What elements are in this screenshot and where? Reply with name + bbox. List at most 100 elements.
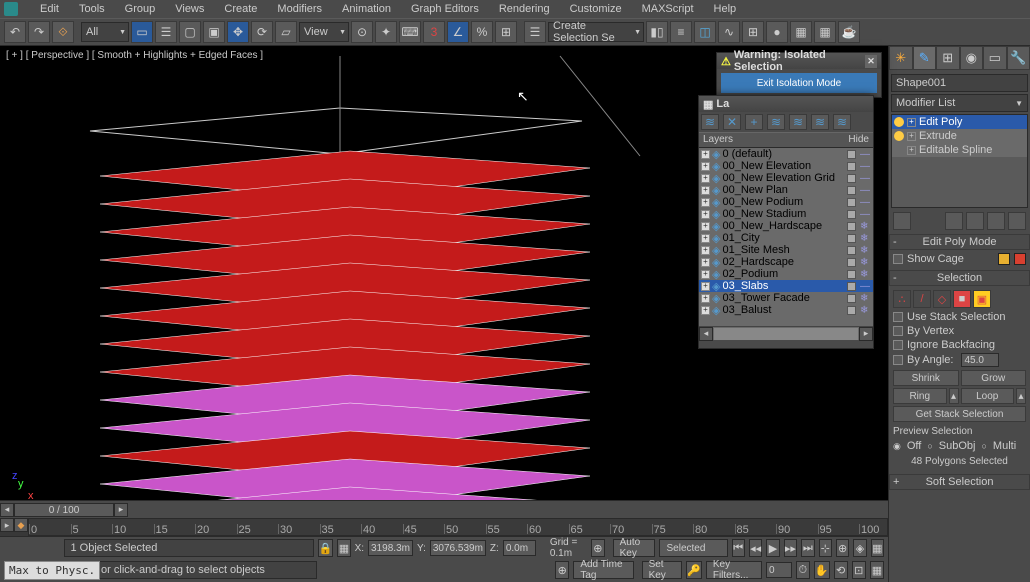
hide-checkbox[interactable] bbox=[847, 234, 856, 243]
adaptive-degradation-button[interactable]: ⊕ bbox=[591, 539, 604, 557]
freeze-icon[interactable]: — bbox=[860, 173, 869, 184]
expand-icon[interactable]: + bbox=[701, 150, 710, 159]
menu-rendering[interactable]: Rendering bbox=[489, 1, 560, 17]
hide-checkbox[interactable] bbox=[847, 150, 856, 159]
menu-group[interactable]: Group bbox=[115, 1, 166, 17]
layers-button[interactable]: ◫ bbox=[694, 21, 716, 43]
rollout-selection[interactable]: -Selection bbox=[889, 270, 1030, 286]
freeze-icon[interactable]: ❄ bbox=[860, 257, 869, 268]
viewport-nav4[interactable]: ▦ bbox=[871, 539, 884, 557]
expand-icon[interactable]: + bbox=[907, 146, 916, 155]
stack-item-extrude[interactable]: + Extrude bbox=[892, 129, 1027, 143]
layer-row[interactable]: +◈00_New_Hardscape❄ bbox=[699, 220, 873, 232]
material-editor-button[interactable]: ● bbox=[766, 21, 788, 43]
z-coord-input[interactable]: 0.0m bbox=[503, 540, 536, 556]
menu-help[interactable]: Help bbox=[704, 1, 747, 17]
show-end-result-button[interactable] bbox=[945, 212, 963, 230]
ring-button[interactable]: Ring bbox=[893, 388, 947, 404]
hide-checkbox[interactable] bbox=[847, 306, 856, 315]
render-frame-button[interactable]: ▦ bbox=[814, 21, 836, 43]
select-scale-button[interactable]: ▱ bbox=[275, 21, 297, 43]
time-thumb[interactable]: 0 / 100 bbox=[14, 503, 114, 517]
lock-selection-button[interactable]: 🔒 bbox=[318, 539, 334, 557]
current-frame-input[interactable]: 0 bbox=[766, 562, 792, 578]
tab-motion[interactable]: ◉ bbox=[960, 46, 984, 70]
tab-utilities[interactable]: 🔧 bbox=[1007, 46, 1030, 70]
layer-row[interactable]: +◈03_Tower Facade❄ bbox=[699, 292, 873, 304]
expand-icon[interactable]: + bbox=[701, 234, 710, 243]
expand-icon[interactable]: + bbox=[701, 162, 710, 171]
preview-off-radio[interactable]: Off bbox=[907, 440, 921, 452]
goto-start-button[interactable]: ⏮ bbox=[732, 539, 745, 557]
layer-row[interactable]: +◈03_Slabs— bbox=[699, 280, 873, 292]
expand-icon[interactable]: + bbox=[701, 270, 710, 279]
maxscript-macro-button[interactable]: Max to Physc. bbox=[4, 561, 100, 580]
cage-color-a[interactable] bbox=[998, 253, 1010, 265]
object-name-field[interactable]: Shape001 bbox=[891, 74, 1028, 92]
selection-filter-dropdown[interactable]: All bbox=[81, 22, 129, 42]
edge-mode-button[interactable]: / bbox=[913, 290, 931, 308]
menu-animation[interactable]: Animation bbox=[332, 1, 401, 17]
expand-icon[interactable]: + bbox=[701, 222, 710, 231]
loop-button[interactable]: Loop bbox=[961, 388, 1015, 404]
ring-spinner[interactable]: ▴ bbox=[949, 388, 959, 404]
undo-button[interactable]: ↶ bbox=[4, 21, 26, 43]
freeze-icon[interactable]: — bbox=[860, 209, 869, 220]
ref-coord-dropdown[interactable]: View bbox=[299, 22, 349, 42]
expand-icon[interactable]: + bbox=[701, 174, 710, 183]
hide-checkbox[interactable] bbox=[847, 198, 856, 207]
by-angle-checkbox[interactable] bbox=[893, 355, 903, 365]
render-setup-button[interactable]: ▦ bbox=[790, 21, 812, 43]
layer-row[interactable]: +◈03_Balust❄ bbox=[699, 304, 873, 316]
freeze-icon[interactable]: — bbox=[860, 281, 869, 292]
add-time-tag-button[interactable]: Add Time Tag bbox=[573, 561, 633, 579]
hide-checkbox[interactable] bbox=[847, 282, 856, 291]
tab-create[interactable]: ✳ bbox=[889, 46, 913, 70]
preview-multi-radio[interactable]: Multi bbox=[993, 440, 1016, 452]
rollout-soft-selection[interactable]: +Soft Selection bbox=[889, 474, 1030, 490]
x-coord-input[interactable]: 3198.3m bbox=[368, 540, 413, 556]
next-frame-button[interactable]: ▸▸ bbox=[784, 539, 797, 557]
render-button[interactable]: ☕ bbox=[838, 21, 860, 43]
layer-row[interactable]: +◈01_City❄ bbox=[699, 232, 873, 244]
show-cage-checkbox[interactable] bbox=[893, 254, 903, 264]
key-filters-dropdown[interactable]: Selected bbox=[659, 539, 727, 557]
stack-item-editable-spline[interactable]: + Editable Spline bbox=[892, 143, 1027, 157]
tab-modify[interactable]: ✎ bbox=[913, 46, 937, 70]
key-filters-button[interactable]: Key Filters... bbox=[706, 561, 762, 579]
freeze-icon[interactable]: ❄ bbox=[860, 293, 869, 304]
key-mode-button[interactable]: 🔑 bbox=[686, 561, 702, 579]
layers-panel[interactable]: ▦La ≋ ✕ + ≋ ≋ ≋ ≋ Layers Hide +◈0 (defau… bbox=[698, 95, 874, 349]
by-vertex-checkbox[interactable] bbox=[893, 326, 903, 336]
prev-frame-button[interactable]: ◂◂ bbox=[749, 539, 762, 557]
percent-snap-button[interactable]: % bbox=[471, 21, 493, 43]
hide-checkbox[interactable] bbox=[847, 246, 856, 255]
grow-button[interactable]: Grow bbox=[961, 370, 1027, 386]
track-bar[interactable]: ▸ ◆ 051015202530354045505560657075808590… bbox=[0, 518, 888, 536]
menu-tools[interactable]: Tools bbox=[69, 1, 115, 17]
get-stack-selection-button[interactable]: Get Stack Selection bbox=[893, 406, 1026, 422]
select-move-button[interactable]: ✥ bbox=[227, 21, 249, 43]
polygon-mode-button[interactable]: ■ bbox=[953, 290, 971, 308]
select-object-button[interactable]: ▭ bbox=[131, 21, 153, 43]
layer-row[interactable]: +◈00_New Elevation Grid— bbox=[699, 172, 873, 184]
mirror-button[interactable]: ▮▯ bbox=[646, 21, 668, 43]
auto-key-button[interactable]: Auto Key bbox=[613, 539, 656, 557]
layer-row[interactable]: +◈01_Site Mesh❄ bbox=[699, 244, 873, 256]
border-mode-button[interactable]: ◇ bbox=[933, 290, 951, 308]
hide-checkbox[interactable] bbox=[847, 162, 856, 171]
bulb-icon[interactable] bbox=[894, 131, 904, 141]
layers-hscrollbar[interactable]: ◂ ▸ bbox=[699, 326, 873, 340]
schematic-button[interactable]: ⊞ bbox=[742, 21, 764, 43]
hide-checkbox[interactable] bbox=[847, 294, 856, 303]
bulb-icon[interactable] bbox=[894, 117, 904, 127]
link-button[interactable]: ⟐ bbox=[52, 21, 74, 43]
angle-value-input[interactable]: 45.0 bbox=[961, 353, 999, 367]
spinner-snap-button[interactable]: ⊞ bbox=[495, 21, 517, 43]
set-key-button[interactable]: Set Key bbox=[642, 561, 683, 579]
viewport-nav2[interactable]: ⊕ bbox=[836, 539, 849, 557]
menu-customize[interactable]: Customize bbox=[560, 1, 632, 17]
layer-row[interactable]: +◈00_New Elevation— bbox=[699, 160, 873, 172]
ignore-backfacing-checkbox[interactable] bbox=[893, 340, 903, 350]
expand-icon[interactable]: + bbox=[701, 282, 710, 291]
